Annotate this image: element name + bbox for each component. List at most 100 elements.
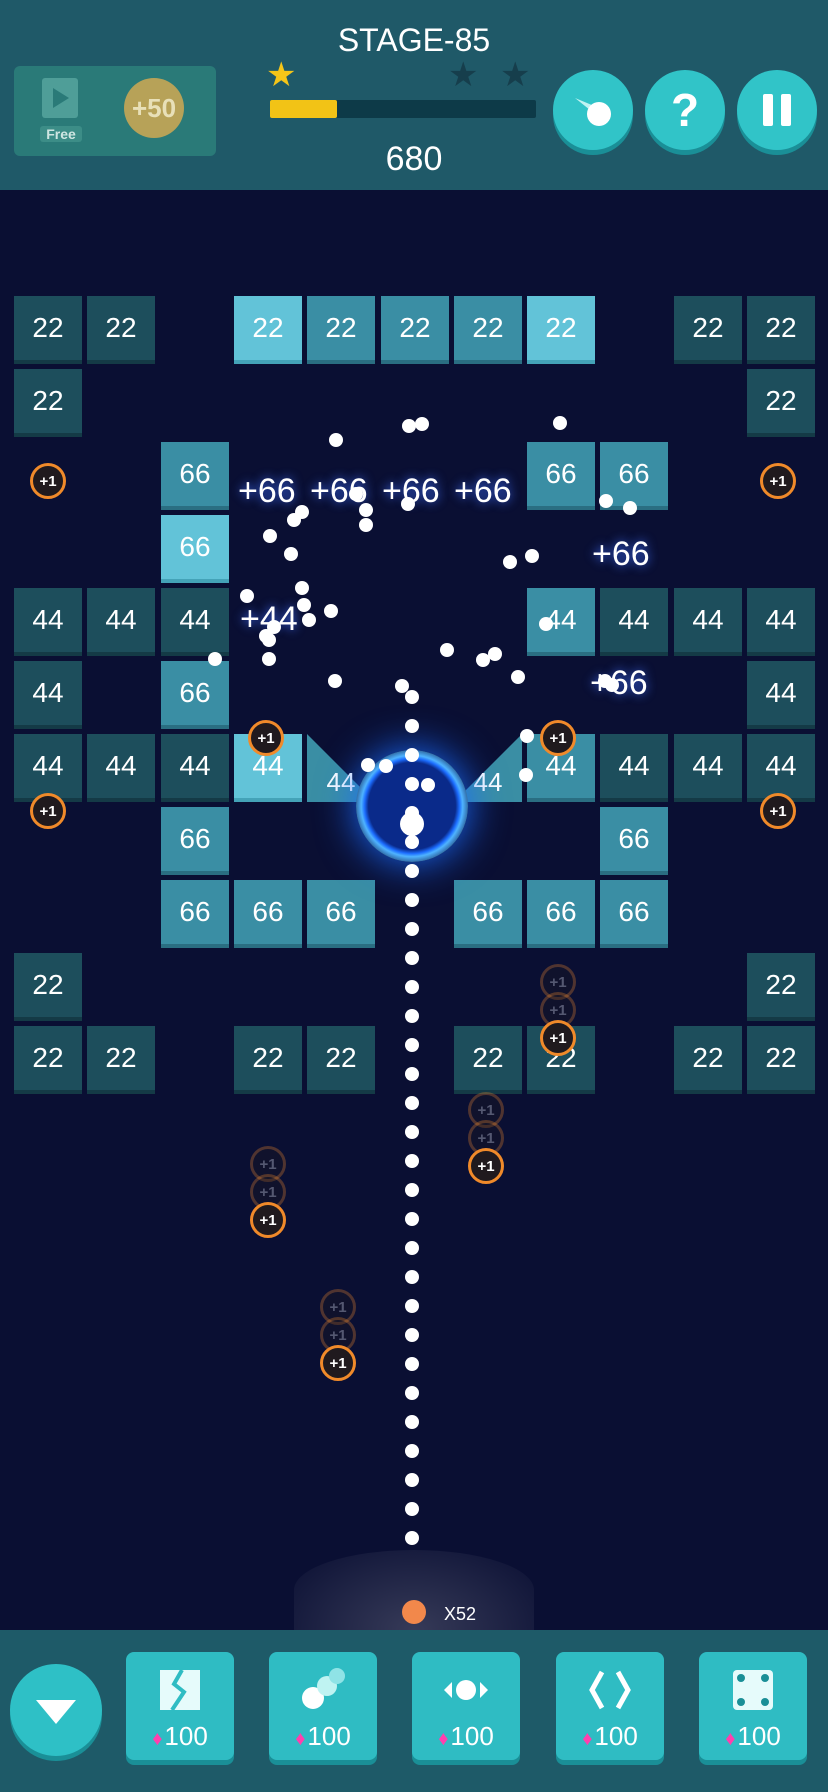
powerup-button-horizontal-ball[interactable]: ♦100 <box>412 1652 520 1760</box>
aim-dot <box>405 1183 419 1197</box>
brick: 22 <box>234 296 302 364</box>
floating-score-text: +66 <box>592 535 650 573</box>
game-ball <box>476 653 490 667</box>
plus-one-pickup: +1 <box>250 1202 286 1238</box>
game-ball <box>359 503 373 517</box>
brick: 44 <box>600 734 668 802</box>
game-ball <box>421 778 435 792</box>
pause-icon <box>759 83 795 137</box>
aim-dot <box>405 835 419 849</box>
star-icon-1: ★ <box>266 56 297 94</box>
game-ball <box>401 497 415 511</box>
game-ball <box>511 670 525 684</box>
powerup-button-side-walls[interactable]: ♦100 <box>556 1652 664 1760</box>
aim-dot <box>405 951 419 965</box>
game-ball <box>324 604 338 618</box>
brick: 22 <box>454 296 522 364</box>
game-ball <box>329 433 343 447</box>
brick: 66 <box>527 880 595 948</box>
powerup-button-multi-ball[interactable]: ♦100 <box>269 1652 377 1760</box>
plus-one-pickup: +1 <box>320 1345 356 1381</box>
aim-dot <box>405 1154 419 1168</box>
game-ball <box>361 758 375 772</box>
aim-dot <box>405 1357 419 1371</box>
stage-progress-bar <box>270 100 536 118</box>
brick: 22 <box>674 296 742 364</box>
aim-dot <box>405 980 419 994</box>
game-ball <box>328 674 342 688</box>
brick: 66 <box>454 880 522 948</box>
star-icon-2: ★ <box>448 56 479 94</box>
aim-dot <box>405 748 419 762</box>
brick: 44 <box>674 588 742 656</box>
powerup-button-crack-brick[interactable]: ♦100 <box>126 1652 234 1760</box>
aim-dot <box>405 1444 419 1458</box>
star-icon-3: ★ <box>500 56 531 94</box>
game-ball <box>267 620 281 634</box>
brick: 22 <box>14 296 82 364</box>
game-ball <box>605 678 619 692</box>
price-value: 100 <box>594 1721 638 1751</box>
game-ball <box>503 555 517 569</box>
brick: 44 <box>600 588 668 656</box>
game-ball <box>284 547 298 561</box>
brick: 22 <box>14 369 82 437</box>
game-ball <box>440 643 454 657</box>
brick: 22 <box>747 369 815 437</box>
aim-dot <box>405 1502 419 1516</box>
brick: 66 <box>307 880 375 948</box>
aim-dot <box>405 1531 419 1545</box>
pause-button[interactable] <box>737 70 817 150</box>
game-ball <box>599 494 613 508</box>
game-ball <box>395 679 409 693</box>
collapse-toolbar-button[interactable] <box>10 1664 102 1756</box>
brick: 22 <box>747 296 815 364</box>
aim-dot <box>405 1328 419 1342</box>
question-icon: ? <box>670 84 700 136</box>
aim-dot <box>405 1299 419 1313</box>
aim-dot <box>405 1067 419 1081</box>
game-ball <box>520 729 534 743</box>
brick: 44 <box>14 588 82 656</box>
brick: 44 <box>527 588 595 656</box>
game-ball <box>302 613 316 627</box>
brick: 66 <box>161 442 229 510</box>
brick: 44 <box>87 734 155 802</box>
help-button[interactable]: ? <box>645 70 725 150</box>
powerup-price: ♦100 <box>412 1721 520 1752</box>
game-board[interactable]: 22 22 22 22 22 22 22 22 22 22 22 66 66 66 66 44 44 44 44 44… <box>0 190 828 1630</box>
video-icon <box>42 78 78 118</box>
brick: 22 <box>381 296 449 364</box>
crack-brick-icon <box>156 1666 204 1714</box>
brick: 66 <box>527 442 595 510</box>
brick: 44 <box>14 661 82 729</box>
gem-icon: ♦ <box>438 1728 449 1750</box>
side-walls-icon <box>586 1666 634 1714</box>
brick: 22 <box>87 1026 155 1094</box>
aim-dot <box>405 864 419 878</box>
aim-dot <box>405 719 419 733</box>
brick: 22 <box>674 1026 742 1094</box>
plus-one-pickup: +1 <box>30 793 66 829</box>
game-ball <box>415 417 429 431</box>
coin-reward-icon: +50 <box>124 78 184 138</box>
powerup-toolbar: ♦100 ♦100 ♦100 ♦100 ♦100 <box>0 1630 828 1792</box>
brick: 22 <box>527 296 595 364</box>
gem-icon: ♦ <box>152 1728 163 1750</box>
aim-dot <box>405 777 419 791</box>
price-value: 100 <box>164 1721 208 1751</box>
ball-speed-button[interactable] <box>553 70 633 150</box>
aim-dot <box>405 1125 419 1139</box>
brick: 66 <box>161 515 229 583</box>
aim-dot <box>405 1241 419 1255</box>
game-ball <box>349 487 363 501</box>
plus-one-pickup: +1 <box>540 1020 576 1056</box>
aim-dot <box>405 1212 419 1226</box>
horizontal-ball-icon <box>442 1666 490 1714</box>
brick: 22 <box>87 296 155 364</box>
gem-icon: ♦ <box>295 1728 306 1750</box>
game-ball <box>519 768 533 782</box>
gem-icon: ♦ <box>725 1728 736 1750</box>
brick: 66 <box>161 807 229 875</box>
powerup-button-dice[interactable]: ♦100 <box>699 1652 807 1760</box>
